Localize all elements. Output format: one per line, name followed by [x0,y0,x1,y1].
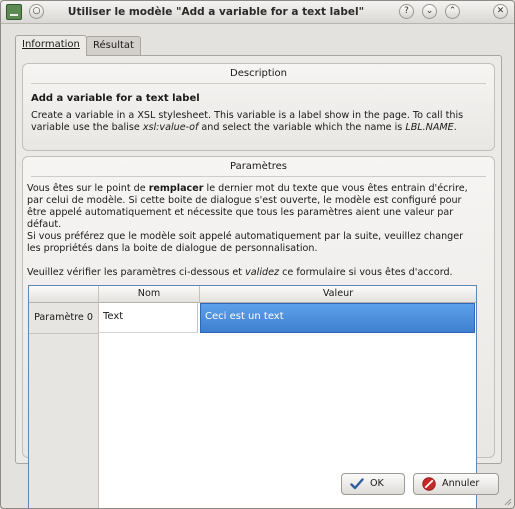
parameters-group: Paramètres Vous êtes sur le point de rem… [22,156,495,508]
close-icon: ✕ [496,6,505,16]
parameters-paragraph-2: Si vous préférez que le modèle soit appe… [27,231,464,254]
parameters-table[interactable]: Nom Valeur Paramètre 0 Text Ceci est un … [28,285,477,508]
help-button[interactable]: ? [399,4,414,19]
tab-label: Information [22,39,80,50]
column-header-nom[interactable]: Nom [99,286,200,303]
chevron-down-icon: ⌄ [425,6,434,16]
dialog-window: ○ Utiliser le modèle "Add a variable for… [0,0,515,509]
title-bar[interactable]: ○ Utiliser le modèle "Add a variable for… [1,1,514,24]
parameters-title: Paramètres [229,161,288,172]
app-icon [6,4,22,20]
parameters-paragraph-1: Vous êtes sur le point de remplacer le d… [27,183,468,230]
window-title: Utiliser le modèle "Add a variable for a… [67,6,365,18]
template-name: Add a variable for a text label [31,93,200,104]
ok-button[interactable]: OK [341,473,405,495]
window-menu-button[interactable]: ○ [29,4,44,19]
cancel-icon [422,477,436,491]
corner-header [29,286,99,303]
tab-resultat[interactable]: Résultat [86,36,141,55]
cell-valeur[interactable]: Ceci est un text [200,303,475,333]
chevron-up-icon: ⌃ [448,6,457,16]
circle-icon: ○ [32,6,41,16]
maximize-button[interactable]: ⌃ [445,4,460,19]
cancel-button[interactable]: Annuler [413,473,499,495]
tab-label: Résultat [93,40,134,51]
divider [31,176,486,177]
description-text: Create a variable in a XSL stylesheet. T… [31,110,464,133]
row-header-column: Paramètre 0 [29,303,99,508]
tab-panel-information: Description Add a variable for a text la… [15,55,502,508]
cancel-label: Annuler [442,478,480,489]
checkmark-icon [350,478,364,490]
ok-label: OK [370,478,384,489]
divider [31,83,486,84]
parameters-text: Vous êtes sur le point de remplacer le d… [27,183,477,279]
description-group: Description Add a variable for a text la… [22,63,495,151]
description-title: Description [230,68,287,79]
row-header[interactable]: Paramètre 0 [29,303,98,334]
cell-nom[interactable]: Text [99,303,198,333]
resize-grip-icon[interactable] [502,496,512,506]
close-button[interactable]: ✕ [493,4,508,19]
parameters-paragraph-3: Veuillez vérifier les paramètres ci-dess… [27,267,453,278]
help-icon: ? [404,6,409,16]
minimize-button[interactable]: ⌄ [422,4,437,19]
tab-information[interactable]: Information [15,35,87,56]
column-header-valeur[interactable]: Valeur [200,286,476,303]
